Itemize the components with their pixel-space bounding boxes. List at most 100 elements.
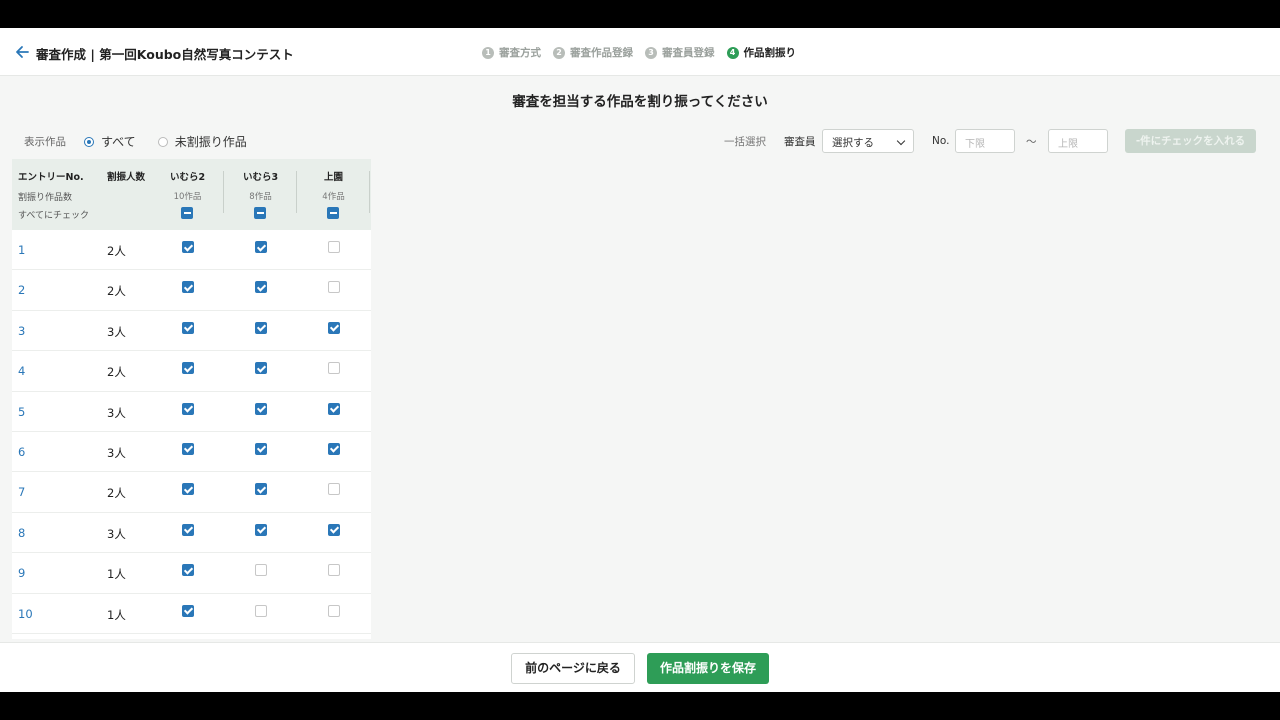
no-label: No. bbox=[932, 135, 950, 147]
judge-works-count: 10作品 bbox=[173, 192, 202, 202]
checkbox-unchecked[interactable] bbox=[328, 604, 340, 617]
check-all-toggle[interactable] bbox=[181, 207, 193, 219]
table-row: 2 2人 bbox=[12, 270, 371, 311]
checkbox-checked[interactable] bbox=[255, 523, 267, 536]
entry-number-link[interactable]: 10 bbox=[18, 607, 33, 621]
checkbox-unchecked[interactable] bbox=[255, 564, 267, 577]
checkbox-checked[interactable] bbox=[182, 321, 194, 334]
checkbox-checked[interactable] bbox=[255, 362, 267, 375]
check-all-toggle[interactable] bbox=[327, 207, 339, 219]
assigned-count: 1人 bbox=[107, 567, 126, 582]
table-body: 1 2人 2 2人 3 3人 4 2人 5 3人 6 3人 7 2人 8 3人 9 1人 10 1人 bbox=[12, 230, 371, 634]
step-label: 審査作品登録 bbox=[570, 47, 633, 59]
judge-column-2: いむら3 8作品 bbox=[224, 159, 297, 230]
checkbox-checked[interactable] bbox=[328, 442, 340, 455]
checkbox-unchecked[interactable] bbox=[255, 604, 267, 617]
entry-number-link[interactable]: 9 bbox=[18, 566, 25, 580]
upper-bound-input[interactable]: 上限 bbox=[1048, 129, 1108, 153]
assigned-count: 2人 bbox=[107, 284, 126, 299]
entry-number-link[interactable]: 5 bbox=[18, 405, 25, 419]
checkbox-checked[interactable] bbox=[182, 362, 194, 375]
app-window: 審査作成 | 第一回Koubo自然写真コンテスト 1 審査方式 2 審査作品登録… bbox=[0, 28, 1280, 692]
back-page-button[interactable]: 前のページに戻る bbox=[511, 653, 635, 684]
judge-column-3: 上園 4作品 bbox=[297, 159, 370, 230]
checkbox-checked[interactable] bbox=[182, 604, 194, 617]
step-4: 4 作品割振り bbox=[726, 45, 797, 60]
checkbox-unchecked[interactable] bbox=[328, 483, 340, 496]
checkbox-checked[interactable] bbox=[182, 241, 194, 253]
table-row: 1 2人 bbox=[12, 230, 371, 271]
checkbox-checked[interactable] bbox=[182, 281, 194, 294]
entry-number-link[interactable]: 1 bbox=[18, 243, 25, 257]
apply-check-button[interactable]: -件にチェックを入れる bbox=[1125, 129, 1256, 153]
checkbox-checked[interactable] bbox=[255, 442, 267, 455]
radio-unassigned[interactable]: 未割振り作品 bbox=[157, 133, 247, 150]
table-row: 9 1人 bbox=[12, 553, 371, 594]
checkbox-checked[interactable] bbox=[182, 442, 194, 455]
reviewer-select-value: 選択する bbox=[832, 137, 874, 149]
checkbox-checked[interactable] bbox=[255, 321, 267, 334]
entry-number-link[interactable]: 6 bbox=[18, 445, 25, 459]
header-allocated-works: 割振り作品数 bbox=[18, 193, 73, 203]
checkbox-checked[interactable] bbox=[182, 564, 194, 577]
table-row: 8 3人 bbox=[12, 513, 371, 554]
checkbox-checked[interactable] bbox=[255, 402, 267, 415]
checkbox-checked[interactable] bbox=[182, 402, 194, 415]
lower-bound-input[interactable]: 下限 bbox=[955, 129, 1015, 153]
entry-number-link[interactable]: 3 bbox=[18, 324, 25, 338]
entry-number-link[interactable]: 4 bbox=[18, 364, 25, 378]
judge-name: いむら3 bbox=[242, 172, 279, 183]
radio-all[interactable]: すべて bbox=[84, 133, 136, 150]
checkbox-checked[interactable] bbox=[328, 402, 340, 415]
column-divider bbox=[369, 171, 370, 213]
assignment-table: エントリーNo. 割振人数 割振り作品数 すべてにチェック いむら2 10作品 … bbox=[12, 159, 371, 639]
judge-works-count: 4作品 bbox=[322, 192, 345, 202]
checkbox-checked[interactable] bbox=[255, 483, 267, 496]
judge-name: いむら2 bbox=[169, 172, 206, 183]
table-row: 4 2人 bbox=[12, 351, 371, 392]
checkbox-checked[interactable] bbox=[182, 483, 194, 496]
step-label: 審査員登録 bbox=[662, 47, 715, 59]
assigned-count: 1人 bbox=[107, 607, 126, 622]
checkbox-unchecked[interactable] bbox=[328, 281, 340, 294]
assigned-count: 3人 bbox=[107, 324, 126, 339]
assigned-count: 2人 bbox=[107, 244, 126, 258]
table-row: 5 3人 bbox=[12, 392, 371, 432]
table-row: 10 1人 bbox=[12, 594, 371, 634]
page-heading: 審査を担当する作品を割り振ってください bbox=[512, 94, 768, 110]
assigned-count: 2人 bbox=[107, 486, 126, 501]
stepper: 1 審査方式 2 審査作品登録 3 審査員登録 4 作品割振り bbox=[482, 45, 796, 60]
step-number: 1 bbox=[482, 46, 494, 59]
step-2: 2 審査作品登録 bbox=[553, 45, 633, 60]
table-row: 6 3人 bbox=[12, 432, 371, 473]
checkbox-checked[interactable] bbox=[255, 241, 267, 253]
checkbox-unchecked[interactable] bbox=[328, 362, 340, 375]
radio-unselected-icon bbox=[157, 136, 168, 147]
checkbox-checked[interactable] bbox=[328, 523, 340, 536]
checkbox-checked[interactable] bbox=[182, 523, 194, 536]
save-assignment-button[interactable]: 作品割振りを保存 bbox=[647, 653, 769, 684]
entry-number-link[interactable]: 2 bbox=[18, 283, 25, 297]
footer-bar: 前のページに戻る 作品割振りを保存 bbox=[0, 642, 1280, 692]
assigned-count: 3人 bbox=[107, 405, 126, 420]
checkbox-unchecked[interactable] bbox=[328, 241, 340, 253]
header-check-all: すべてにチェック bbox=[18, 211, 90, 221]
step-number: 4 bbox=[726, 46, 739, 59]
checkbox-unchecked[interactable] bbox=[328, 564, 340, 577]
checkbox-checked[interactable] bbox=[328, 321, 340, 334]
assigned-count: 3人 bbox=[107, 526, 126, 541]
filter-label: 表示作品 bbox=[24, 136, 66, 148]
reviewer-select[interactable]: 選択する bbox=[822, 129, 914, 153]
check-all-toggle[interactable] bbox=[254, 207, 266, 219]
judge-works-count: 8作品 bbox=[249, 192, 272, 202]
top-header: 審査作成 | 第一回Koubo自然写真コンテスト 1 審査方式 2 審査作品登録… bbox=[0, 28, 1280, 76]
step-label: 作品割振り bbox=[743, 47, 797, 59]
step-3: 3 審査員登録 bbox=[645, 45, 715, 60]
entry-number-link[interactable]: 7 bbox=[18, 485, 25, 499]
entry-number-link[interactable]: 8 bbox=[18, 526, 25, 540]
back-arrow-icon[interactable] bbox=[12, 42, 32, 62]
range-tilde: 〜 bbox=[1026, 135, 1037, 148]
checkbox-checked[interactable] bbox=[255, 281, 267, 294]
judge-name: 上園 bbox=[323, 172, 343, 183]
display-filter: 表示作品 すべて 未割振り作品 bbox=[24, 133, 269, 150]
